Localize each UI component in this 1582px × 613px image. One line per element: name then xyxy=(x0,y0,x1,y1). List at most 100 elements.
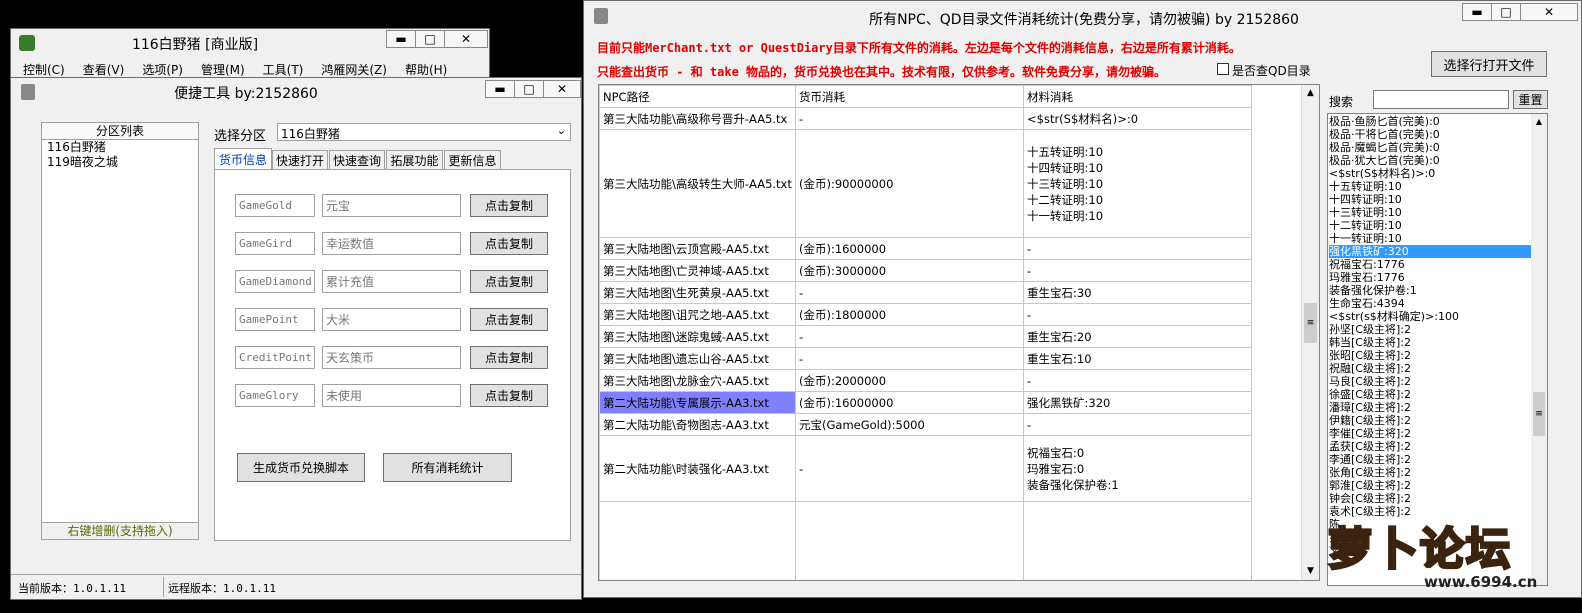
copy-button[interactable]: 点击复制 xyxy=(470,232,548,255)
scroll-thumb[interactable]: ≡ xyxy=(1533,392,1545,436)
totals-list-item[interactable]: 潘璋[C级主将]:2 xyxy=(1329,401,1531,414)
scroll-thumb[interactable]: ≡ xyxy=(1304,303,1317,343)
table-cell-path[interactable]: 第三大陆地图\迷踪鬼蜮-AA5.txt xyxy=(599,325,796,348)
table-row[interactable]: 第二大陆功能\奇物图志-AA3.txt 元宝(GameGold):5000- xyxy=(599,413,1252,436)
table-cell-path[interactable]: 第二大陆功能\奇物图志-AA3.txt xyxy=(599,413,796,436)
table-cell-material[interactable]: - xyxy=(1023,413,1252,436)
tab-quick-query[interactable]: 快速查询 xyxy=(329,150,385,170)
table-cell-path[interactable]: 第二大陆功能\专属展示-AA3.txt xyxy=(599,391,796,414)
table-row[interactable]: 第三大陆地图\亡灵神域-AA5.txt (金币):3000000- xyxy=(599,259,1252,282)
totals-list-item[interactable]: 孙坚[C级主将]:2 xyxy=(1329,323,1531,336)
stats-maximize-button[interactable]: □ xyxy=(1491,3,1521,21)
partition-list[interactable]: 分区列表 116白野猪 119暗夜之城 右键增删(支持拖入) xyxy=(41,122,199,540)
table-cell-currency[interactable]: 元宝(GameGold):5000 xyxy=(795,413,1024,436)
stats-minimize-button[interactable]: ▬ xyxy=(1462,3,1492,21)
menu-gateway[interactable]: 鸿雁网关(Z) xyxy=(321,61,387,78)
all-consumption-stats-button[interactable]: 所有消耗统计 xyxy=(383,453,512,482)
table-cell-material[interactable]: <$str(S$材料名)>:0 xyxy=(1023,107,1252,130)
table-cell-material[interactable]: 重生宝石:30 xyxy=(1023,281,1252,304)
currency-code-field[interactable]: GameGird xyxy=(235,232,315,255)
table-cell-currency[interactable] xyxy=(795,501,1024,580)
table-cell-currency[interactable]: (金币):2000000 xyxy=(795,369,1024,392)
totals-list-item[interactable]: 极品·干将匕首(完美):0 xyxy=(1329,128,1531,141)
table-cell-material[interactable]: 强化黑铁矿:320 xyxy=(1023,391,1252,414)
table-cell-material[interactable]: - xyxy=(1023,259,1252,282)
totals-list-item[interactable]: 十三转证明:10 xyxy=(1329,206,1531,219)
table-cell-path[interactable]: 第二大陆功能\时装强化-AA3.txt xyxy=(599,435,796,502)
table-cell-currency[interactable]: - xyxy=(795,281,1024,304)
table-row[interactable]: 第三大陆地图\遗忘山谷-AA5.txt - 重生宝石:10 xyxy=(599,347,1252,370)
table-row[interactable]: 第三大陆地图\云顶宫殿-AA5.txt (金币):1600000- xyxy=(599,237,1252,260)
copy-button[interactable]: 点击复制 xyxy=(470,270,548,293)
table-row[interactable]: 第三大陆地图\生死黄泉-AA5.txt - 重生宝石:30 xyxy=(599,281,1252,304)
scroll-up-icon[interactable]: ▲ xyxy=(1531,114,1547,130)
table-row[interactable]: 第三大陆地图\诅咒之地-AA5.txt (金币):1800000- xyxy=(599,303,1252,326)
currency-code-field[interactable]: GameGlory xyxy=(235,384,315,407)
table-cell-currency[interactable]: (金币):3000000 xyxy=(795,259,1024,282)
tab-currency-info[interactable]: 货币信息 xyxy=(214,148,272,170)
totals-list-item[interactable]: 十四转证明:10 xyxy=(1329,193,1531,206)
maximize-button[interactable]: □ xyxy=(415,30,445,48)
totals-list-item[interactable]: 十一转证明:10 xyxy=(1329,232,1531,245)
menu-view[interactable]: 查看(V) xyxy=(83,61,125,78)
table-row[interactable]: 第三大陆地图\龙脉金穴-AA5.txt (金币):2000000- xyxy=(599,369,1252,392)
totals-list-item[interactable]: 极品·鱼肠匕首(完美):0 xyxy=(1329,115,1531,128)
table-cell-material[interactable]: - xyxy=(1023,303,1252,326)
partition-item[interactable]: 116白野猪 xyxy=(42,140,198,155)
tab-quick-open[interactable]: 快速打开 xyxy=(272,150,328,170)
table-row[interactable]: 第三大陆功能\高级称号晋升-AA5.tx - <$str(S$材料名)>:0 xyxy=(599,107,1252,130)
totals-list-item[interactable]: 强化黑铁矿:320 xyxy=(1329,245,1531,258)
table-row[interactable]: 至尊·铜匕首:0 xyxy=(599,501,1252,580)
totals-list-item[interactable]: <$str(S$材料名)>:0 xyxy=(1329,167,1531,180)
totals-list-item[interactable]: 装备强化保护卷:1 xyxy=(1329,284,1531,297)
table-cell-path[interactable]: 第三大陆地图\亡灵神域-AA5.txt xyxy=(599,259,796,282)
currency-name-field[interactable]: 幸运数值 xyxy=(322,232,461,255)
copy-button[interactable]: 点击复制 xyxy=(470,194,548,217)
table-cell-path[interactable]: 第三大陆功能\高级称号晋升-AA5.tx xyxy=(599,107,796,130)
tool-close-button[interactable]: ✕ xyxy=(543,80,581,98)
scroll-up-icon[interactable]: ▲ xyxy=(1302,85,1319,102)
generate-script-button[interactable]: 生成货币兑换脚本 xyxy=(237,453,365,482)
search-input[interactable] xyxy=(1373,90,1509,109)
tool-maximize-button[interactable]: □ xyxy=(514,80,544,98)
totals-list-item[interactable]: 极品·魔蝎匕首(完美):0 xyxy=(1329,141,1531,154)
table-row[interactable]: 第三大陆功能\高级转生大师-AA5.txt (金币):90000000 十五转证明:… xyxy=(599,129,1252,238)
menu-manage[interactable]: 管理(M) xyxy=(201,61,245,78)
tool-minimize-button[interactable]: ▬ xyxy=(485,80,515,98)
table-cell-material[interactable]: 重生宝石:20 xyxy=(1023,325,1252,348)
partition-item[interactable]: 119暗夜之城 xyxy=(42,155,198,170)
totals-list-item[interactable]: 生命宝石:4394 xyxy=(1329,297,1531,310)
table-cell-path[interactable]: 第三大陆功能\高级转生大师-AA5.txt xyxy=(599,129,796,238)
totals-list-item[interactable]: 孟获[C级主将]:2 xyxy=(1329,440,1531,453)
table-row[interactable]: 第三大陆地图\迷踪鬼蜮-AA5.txt - 重生宝石:20 xyxy=(599,325,1252,348)
column-header[interactable]: NPC路径 xyxy=(599,85,796,108)
currency-name-field[interactable]: 天玄策币 xyxy=(322,346,461,369)
tab-update-info[interactable]: 更新信息 xyxy=(444,150,501,170)
close-button[interactable]: ✕ xyxy=(444,30,488,48)
table-cell-currency[interactable]: - xyxy=(795,435,1024,502)
totals-list-item[interactable]: 十五转证明:10 xyxy=(1329,180,1531,193)
currency-code-field[interactable]: CreditPoint xyxy=(235,346,315,369)
table-cell-material[interactable]: - xyxy=(1023,237,1252,260)
table-cell-currency[interactable]: - xyxy=(795,347,1024,370)
column-header[interactable]: 材料消耗 xyxy=(1023,85,1252,108)
table-cell-path[interactable]: 第三大陆地图\生死黄泉-AA5.txt xyxy=(599,281,796,304)
totals-list-item[interactable]: 十二转证明:10 xyxy=(1329,219,1531,232)
table-cell-currency[interactable]: (金币):1800000 xyxy=(795,303,1024,326)
copy-button[interactable]: 点击复制 xyxy=(470,346,548,369)
minimize-button[interactable]: ▬ xyxy=(386,30,416,48)
select-row-open-file-button[interactable]: 选择行打开文件 xyxy=(1431,51,1547,77)
totals-list-item[interactable]: 祝福宝石:1776 xyxy=(1329,258,1531,271)
table-cell-path[interactable] xyxy=(599,501,796,580)
scroll-down-icon[interactable]: ▼ xyxy=(1302,563,1319,580)
stats-close-button[interactable]: ✕ xyxy=(1520,3,1578,21)
column-header[interactable]: 货币消耗 xyxy=(795,85,1024,108)
totals-list-item[interactable]: 马良[C级主将]:2 xyxy=(1329,375,1531,388)
partition-select[interactable]: 116白野猪 ⌄ xyxy=(277,123,571,141)
totals-list-item[interactable]: 伊籍[C级主将]:2 xyxy=(1329,414,1531,427)
totals-list-item[interactable]: 钟会[C级主将]:2 xyxy=(1329,492,1531,505)
table-cell-path[interactable]: 第三大陆地图\诅咒之地-AA5.txt xyxy=(599,303,796,326)
totals-list-item[interactable]: 韩当[C级主将]:2 xyxy=(1329,336,1531,349)
totals-list-item[interactable]: 李通[C级主将]:2 xyxy=(1329,453,1531,466)
copy-button[interactable]: 点击复制 xyxy=(470,308,548,331)
